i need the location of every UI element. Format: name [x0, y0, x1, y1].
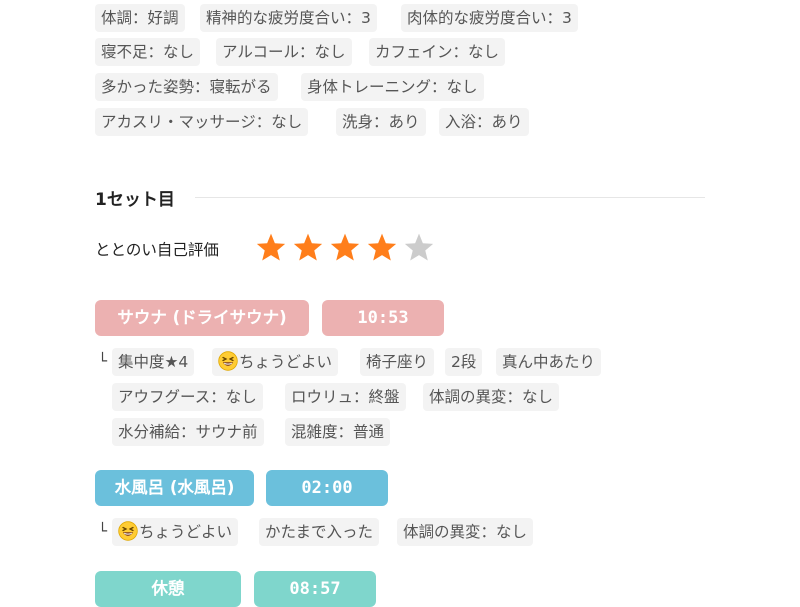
condition-tag: 多かった姿勢：寝転がる	[95, 73, 278, 101]
condition-tag: 肉体的な疲労度合い：3	[401, 4, 578, 32]
sauna-tag: 体調の異変：なし	[423, 383, 560, 411]
condition-tag: 身体トレーニング：なし	[301, 73, 484, 101]
condition-tag: アルコール：なし	[216, 38, 352, 66]
star-filled-icon	[256, 233, 286, 261]
condition-tag: 洗身：あり	[336, 108, 426, 136]
sauna-time: 10:53	[322, 300, 444, 336]
grinning-squinting-face-icon	[118, 521, 138, 541]
cold-bath-tag-with-emoji: ちょうどよい	[112, 518, 239, 546]
condition-tag: 寝不足：なし	[95, 38, 201, 66]
sauna-tag: アウフグース：なし	[112, 383, 263, 411]
sauna-label: サウナ (ドライサウナ)	[95, 300, 309, 336]
rest-time: 08:57	[254, 571, 376, 607]
condition-tag: 体調：好調	[95, 4, 185, 32]
condition-tag: アカスリ・マッサージ：なし	[95, 108, 309, 136]
sauna-tag-with-emoji: ちょうどよい	[212, 348, 339, 376]
rating-label: ととのい自己評価	[95, 241, 219, 259]
sauna-tag: 集中度★4	[112, 348, 195, 376]
sauna-tag: 椅子座り	[360, 348, 435, 376]
set-title: 1セット目	[95, 190, 175, 210]
sauna-tag: 真ん中あたり	[496, 348, 602, 376]
cold-bath-time: 02:00	[266, 470, 388, 506]
sauna-tag: 混雑度：普通	[285, 418, 391, 446]
star-empty-icon	[404, 233, 434, 261]
set-divider	[195, 197, 705, 198]
cold-bath-label: 水風呂 (水風呂)	[95, 470, 254, 506]
cold-bath-tag-label: ちょうどよい	[139, 523, 233, 541]
branch-marker: └	[98, 522, 108, 540]
sauna-tag-label: ちょうどよい	[239, 353, 333, 371]
star-filled-icon	[330, 233, 360, 261]
cold-bath-tag: 体調の異変：なし	[397, 518, 534, 546]
condition-tag: 精神的な疲労度合い：3	[200, 4, 377, 32]
cold-bath-tag: かたまで入った	[259, 518, 380, 546]
branch-marker: └	[98, 352, 108, 370]
rest-label: 休憩	[95, 571, 241, 607]
condition-tag: 入浴：あり	[439, 108, 529, 136]
sauna-tag: 2段	[445, 348, 483, 376]
grinning-squinting-face-icon	[218, 351, 238, 371]
star-filled-icon	[367, 233, 397, 261]
sauna-tag: ロウリュ：終盤	[285, 383, 406, 411]
sauna-tag: 水分補給：サウナ前	[112, 418, 264, 446]
star-filled-icon	[293, 233, 323, 261]
rating-stars	[255, 232, 435, 264]
condition-tag: カフェイン：なし	[369, 38, 506, 66]
